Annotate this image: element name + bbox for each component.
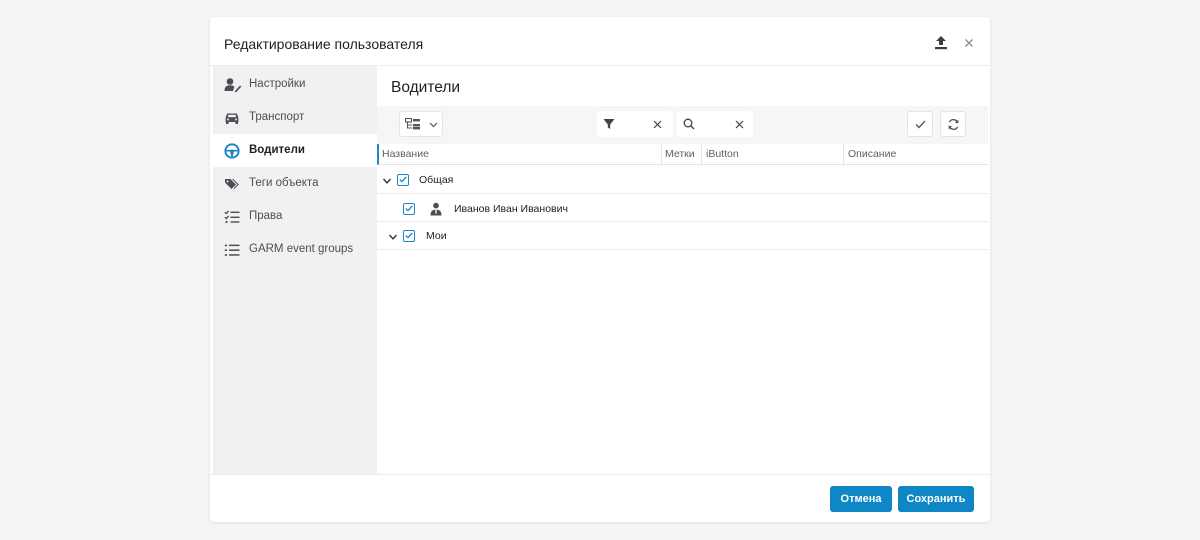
dialog-header: Редактирование пользователя <box>210 17 990 66</box>
refresh-button[interactable] <box>940 111 966 137</box>
sidebar-item-drivers[interactable]: Водители <box>213 134 377 167</box>
sidebar-item-label: Права <box>249 210 283 222</box>
column-header-name[interactable]: Название <box>382 148 429 160</box>
tree-view-dropdown[interactable] <box>399 111 443 137</box>
sidebar-item-label: Транспорт <box>249 111 305 123</box>
chevron-down-icon[interactable] <box>388 232 398 242</box>
upload-icon[interactable] <box>933 35 949 51</box>
steering-wheel-icon <box>224 143 240 159</box>
close-icon[interactable] <box>961 35 977 51</box>
driver-name: Иванов Иван Иванович <box>454 203 568 215</box>
chevron-down-icon[interactable] <box>382 176 392 186</box>
tags-icon <box>224 176 240 192</box>
sidebar-item-object-tags[interactable]: Теги объекта <box>213 167 377 200</box>
user-settings-icon <box>224 77 242 93</box>
cancel-button[interactable]: Отмена <box>830 486 892 512</box>
sidebar-item-label: Водители <box>249 144 305 156</box>
column-header-ibutton[interactable]: iButton <box>706 148 739 160</box>
row-checkbox[interactable] <box>403 230 415 242</box>
sidebar-item-label: GARM event groups <box>249 243 354 255</box>
search-input[interactable] <box>677 111 753 137</box>
table-row[interactable]: Общая <box>377 166 988 194</box>
search-icon <box>683 118 695 130</box>
dialog-footer: Отмена Сохранить <box>210 474 990 522</box>
grid-header: Название Метки iButton Описание <box>377 144 988 165</box>
group-label: Мои <box>426 230 447 242</box>
refresh-icon <box>948 119 959 130</box>
filter-icon <box>603 119 615 129</box>
edit-user-dialog: Редактирование пользователя Настройки Тр… <box>210 17 990 522</box>
tree-view-icon <box>405 118 420 130</box>
sidebar: Настройки Транспорт Водители Теги объект… <box>213 66 377 474</box>
sidebar-item-settings[interactable]: Настройки <box>213 68 377 101</box>
sidebar-item-label: Настройки <box>249 78 306 90</box>
filter-input[interactable] <box>597 111 673 137</box>
save-button[interactable]: Сохранить <box>898 486 974 512</box>
row-checkbox[interactable] <box>397 174 409 186</box>
dialog-title: Редактирование пользователя <box>224 36 424 52</box>
column-header-description[interactable]: Описание <box>848 148 896 160</box>
sidebar-item-rights[interactable]: Права <box>213 200 377 233</box>
driver-icon <box>429 202 443 216</box>
page-title: Водители <box>391 79 461 96</box>
drivers-panel: Водители Название Метки iButton Описание… <box>377 66 990 474</box>
car-icon <box>224 110 240 126</box>
sidebar-item-label: Теги объекта <box>249 177 319 189</box>
list-icon <box>224 242 240 258</box>
sidebar-item-garm-event-groups[interactable]: GARM event groups <box>213 233 377 266</box>
chevron-down-icon <box>429 122 438 128</box>
row-checkbox[interactable] <box>403 203 415 215</box>
table-row[interactable]: Иванов Иван Иванович <box>377 194 988 222</box>
select-all-button[interactable] <box>907 111 933 137</box>
table-row[interactable]: Мои <box>377 222 988 250</box>
clear-filter-icon[interactable] <box>653 120 662 129</box>
checklist-icon <box>224 209 240 225</box>
toolbar <box>377 106 988 144</box>
clear-search-icon[interactable] <box>735 120 744 129</box>
group-label: Общая <box>419 174 454 186</box>
sidebar-item-transport[interactable]: Транспорт <box>213 101 377 134</box>
column-header-tags[interactable]: Метки <box>665 148 695 160</box>
checkmark-icon <box>915 120 926 129</box>
